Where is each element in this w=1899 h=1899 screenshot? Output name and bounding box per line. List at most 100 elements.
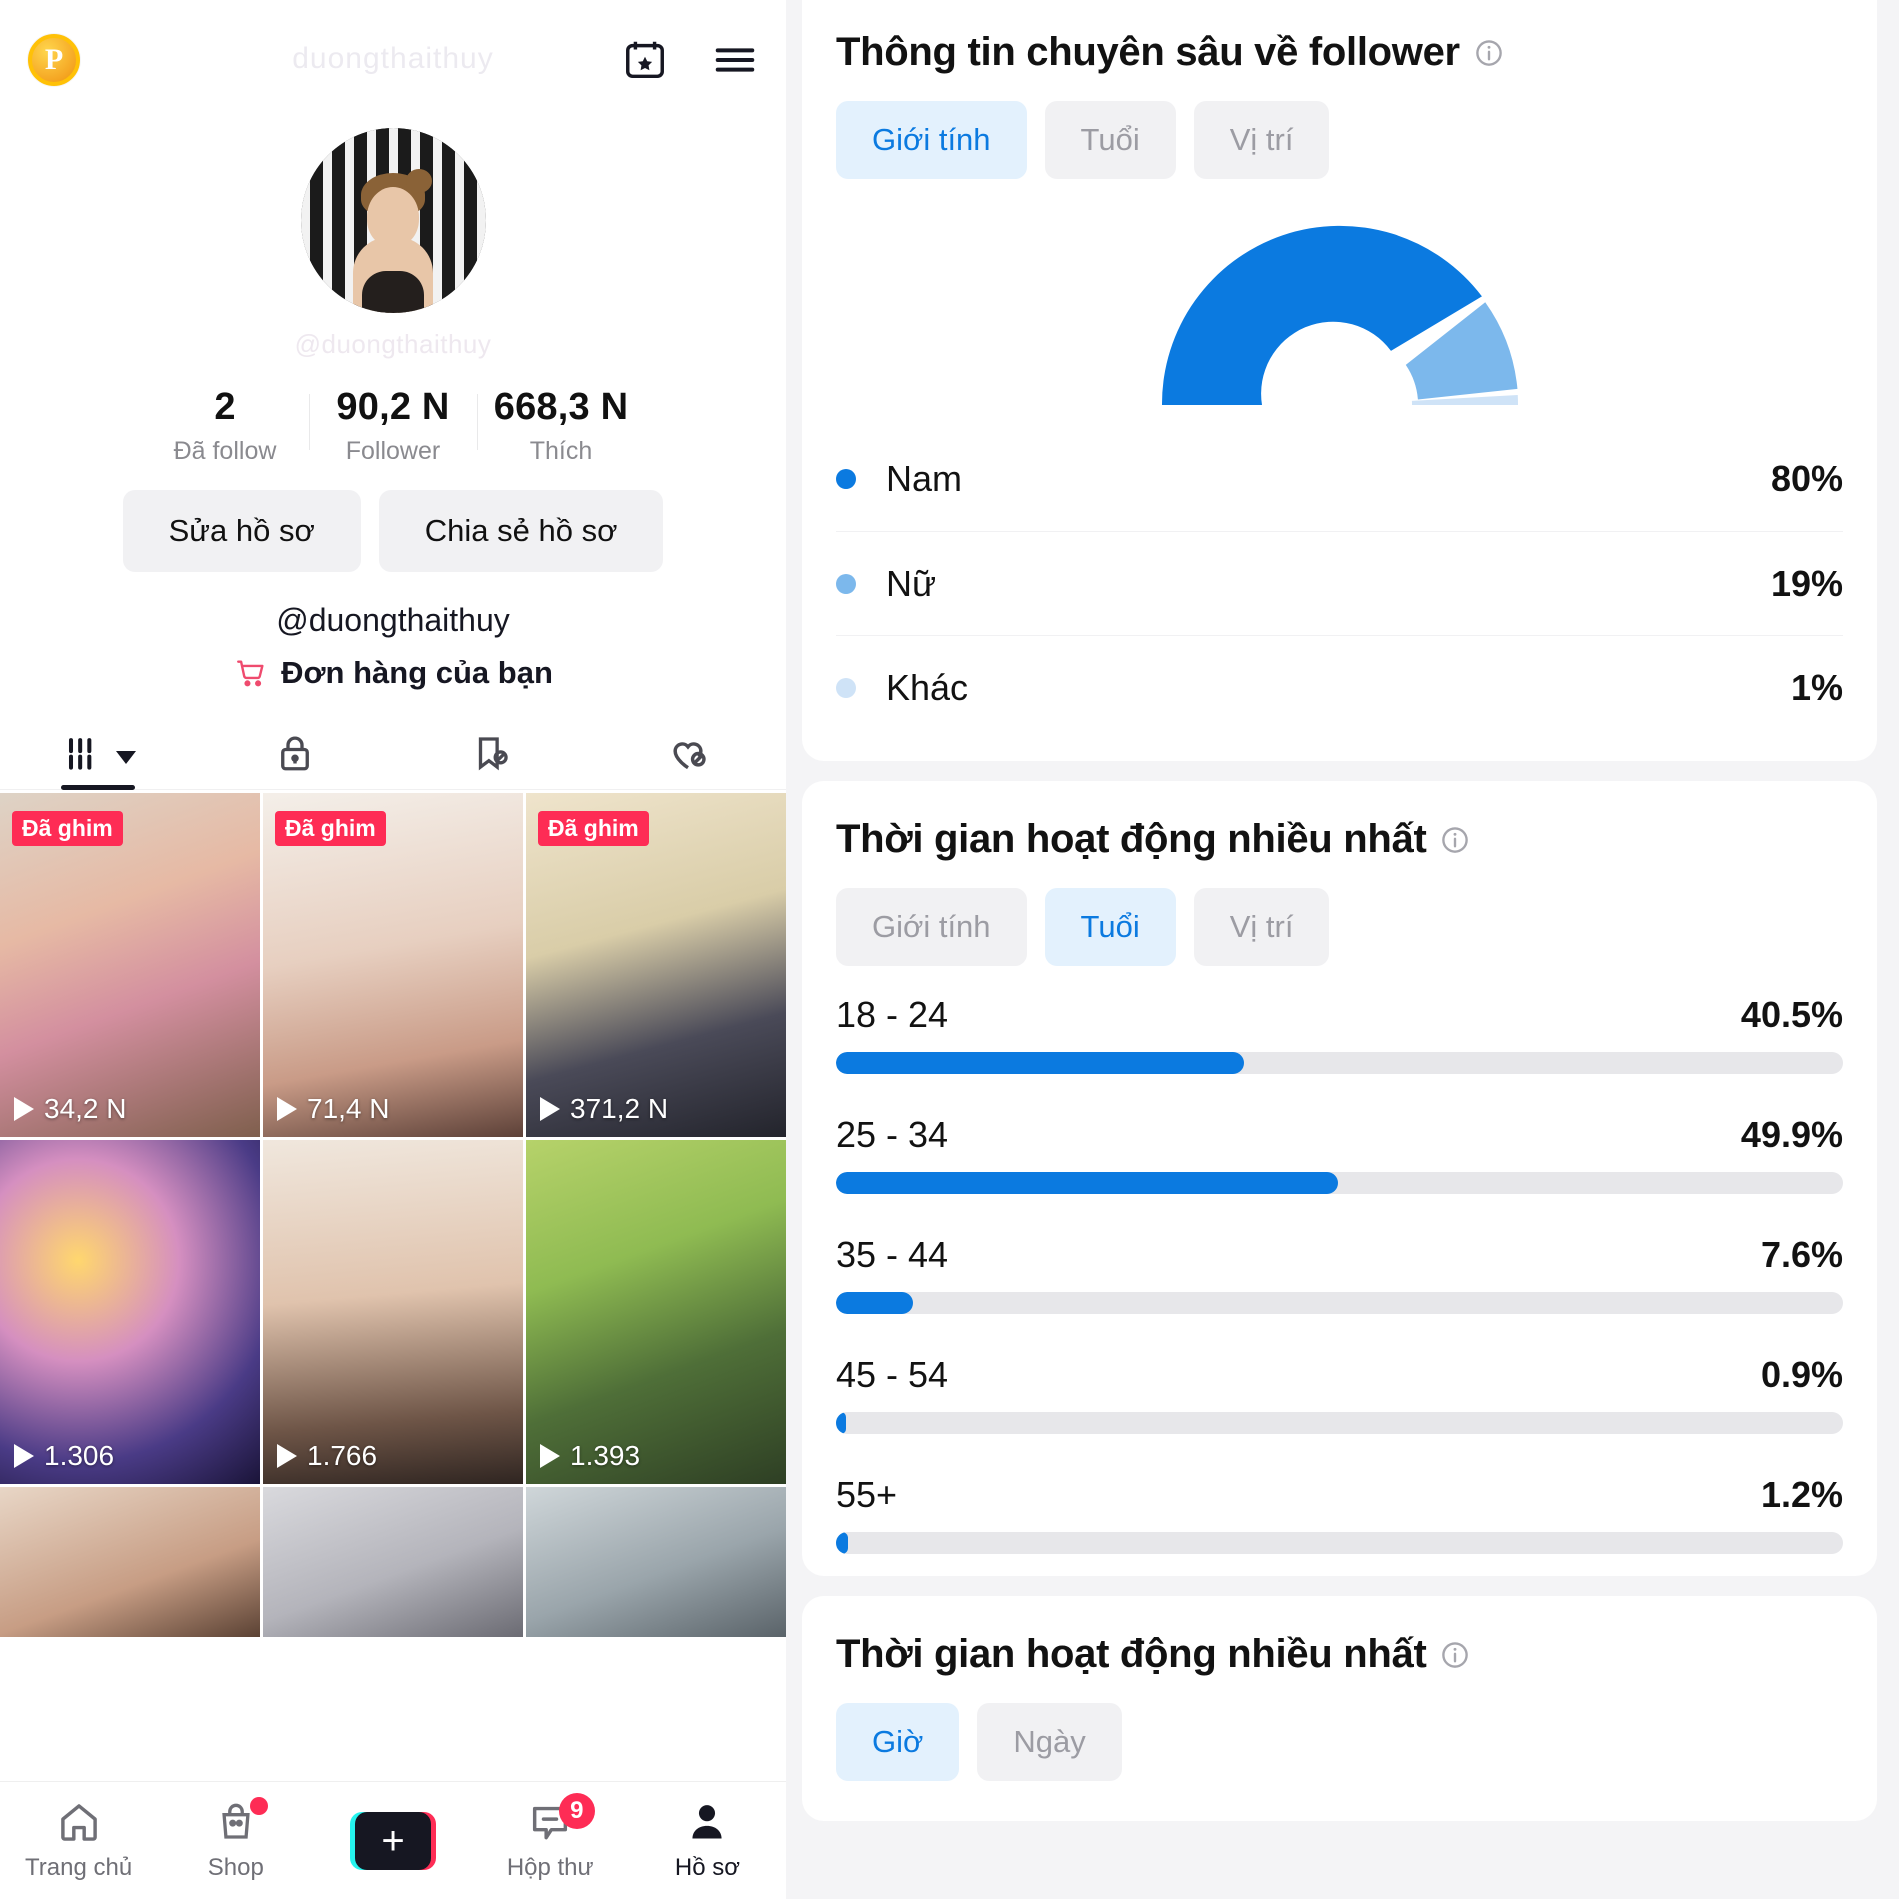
video-tile[interactable]: Đã ghim 71,4 N <box>263 793 523 1137</box>
info-circle-icon[interactable] <box>1474 38 1504 68</box>
play-icon <box>540 1097 560 1121</box>
age-bar-row: 35 - 44 7.6% <box>836 1234 1843 1314</box>
segment-location[interactable]: Vị trí <box>1193 888 1330 966</box>
bookmark-hidden-icon <box>479 737 508 771</box>
legend-row: Nam 80% <box>836 427 1843 531</box>
edit-profile-button[interactable]: Sửa hồ sơ <box>122 490 361 572</box>
legend-value: 80% <box>1770 458 1843 499</box>
nav-shop[interactable]: Shop <box>157 1797 314 1882</box>
nav-label: Hộp thư <box>506 1854 594 1881</box>
legend-value: 19% <box>1770 562 1843 604</box>
legend-row: Khác 1% <box>836 635 1843 739</box>
info-circle-icon[interactable] <box>1440 825 1470 855</box>
video-tile[interactable]: Đã ghim 34,2 N <box>0 793 260 1137</box>
nav-label: Trang chủ <box>25 1854 133 1881</box>
play-icon <box>277 1097 297 1121</box>
bar-fill <box>836 1172 1339 1194</box>
age-bar-chart: 18 - 24 40.5% 25 - 34 49.9% 35 - 44 7.6%… <box>836 994 1843 1554</box>
card-title: Thời gian hoạt động nhiều nhất <box>836 1632 1427 1676</box>
follower-insights-card: Thông tin chuyên sâu về follower Giới tí… <box>802 0 1877 761</box>
inbox-count-badge: 9 <box>558 1793 595 1829</box>
nav-create[interactable]: + <box>314 1811 471 1870</box>
segment-location[interactable]: Vị trí <box>1193 101 1330 179</box>
heart-hidden-icon <box>673 742 706 770</box>
video-tile[interactable] <box>263 1487 523 1637</box>
stat-label: Thích <box>529 437 593 465</box>
segment-age[interactable]: Tuổi <box>1044 888 1176 966</box>
nav-label: Hồ sơ <box>674 1854 740 1881</box>
segment-gender[interactable]: Giới tính <box>836 888 1027 966</box>
nav-inbox[interactable]: 9 Hộp thư <box>472 1793 629 1882</box>
create-plus-icon[interactable]: + <box>350 1811 436 1870</box>
play-icon <box>14 1097 34 1121</box>
view-count-value: 71,4 N <box>307 1093 390 1124</box>
segment-day[interactable]: Ngày <box>977 1703 1122 1781</box>
coin-reward-badge[interactable]: P <box>28 34 80 86</box>
stat-value: 2 <box>214 386 236 428</box>
tab-liked[interactable] <box>590 717 787 789</box>
tab-saved[interactable] <box>393 717 590 789</box>
your-orders-link[interactable]: Đơn hàng của bạn <box>0 655 786 691</box>
tab-posts[interactable] <box>0 717 197 789</box>
shopping-cart-icon <box>237 660 264 687</box>
follower-segment-tabs: Giới tính Tuổi Vị trí <box>836 101 1843 179</box>
info-circle-icon[interactable] <box>1440 1640 1470 1670</box>
segment-age[interactable]: Tuổi <box>1044 101 1176 179</box>
video-tile[interactable]: Đã ghim 371,2 N <box>526 793 786 1137</box>
view-count-value: 34,2 N <box>44 1093 127 1124</box>
legend-swatch-nam <box>836 469 856 489</box>
lock-private-icon <box>280 736 309 771</box>
card-title: Thời gian hoạt động nhiều nhất <box>836 817 1427 861</box>
hamburger-menu-icon[interactable] <box>712 37 758 83</box>
profile-pane: P duongthaithuy @duongthaithuy 2 Đã foll… <box>0 0 786 1899</box>
age-label: 55+ <box>836 1474 898 1515</box>
bottom-nav: Trang chủ Shop + 9 Hộp thư Hồ sơ <box>0 1781 786 1899</box>
age-value: 40.5% <box>1740 994 1843 1035</box>
stat-value: 668,3 N <box>493 386 629 428</box>
view-count: 1.306 <box>14 1440 114 1472</box>
bar-track <box>836 1412 1843 1434</box>
age-bar-row: 45 - 54 0.9% <box>836 1354 1843 1434</box>
stat-following[interactable]: 2 Đã follow <box>141 386 309 466</box>
view-count: 1.393 <box>540 1440 640 1472</box>
view-count-value: 1.393 <box>570 1440 641 1471</box>
view-count: 1.766 <box>277 1440 377 1472</box>
age-bar-row: 18 - 24 40.5% <box>836 994 1843 1074</box>
profile-stats: 2 Đã follow 90,2 N Follower 668,3 N Thíc… <box>0 386 786 466</box>
legend-swatch-nu <box>836 573 856 594</box>
video-tile[interactable]: 1.766 <box>263 1140 523 1484</box>
share-profile-button[interactable]: Chia sẻ hồ sơ <box>378 490 664 572</box>
nav-profile[interactable]: Hồ sơ <box>629 1799 786 1882</box>
segment-hour[interactable]: Giờ <box>836 1703 960 1781</box>
stat-followers[interactable]: 90,2 N Follower <box>309 386 477 466</box>
age-bar-row: 55+ 1.2% <box>836 1474 1843 1554</box>
bar-track <box>836 1292 1843 1314</box>
video-tile[interactable]: 1.393 <box>526 1140 786 1484</box>
age-value: 0.9% <box>1760 1354 1843 1395</box>
tab-private[interactable] <box>197 717 394 789</box>
bar-fill <box>836 1292 913 1314</box>
profile-ghost-handle: @duongthaithuy <box>294 329 492 359</box>
chevron-down-icon[interactable] <box>116 750 137 764</box>
video-tile[interactable] <box>0 1487 260 1637</box>
avatar[interactable] <box>300 128 486 313</box>
pinned-badge: Đã ghim <box>275 811 386 846</box>
age-value: 49.9% <box>1740 1114 1843 1155</box>
grid-posts-icon <box>69 738 92 770</box>
video-tile[interactable]: 1.306 <box>0 1140 260 1484</box>
view-count: 71,4 N <box>277 1093 390 1125</box>
app-screen: P duongthaithuy @duongthaithuy 2 Đã foll… <box>0 0 1899 1899</box>
stat-likes[interactable]: 668,3 N Thích <box>477 386 645 466</box>
profile-actions: Sửa hồ sơ Chia sẻ hồ sơ <box>0 490 786 572</box>
legend-row: Nữ 19% <box>836 531 1843 635</box>
segment-gender[interactable]: Giới tính <box>836 101 1027 179</box>
profile-handle: @duongthaithuy <box>276 602 510 638</box>
video-tile[interactable] <box>526 1487 786 1637</box>
calendar-star-icon[interactable] <box>622 37 668 83</box>
view-count: 34,2 N <box>14 1093 127 1125</box>
time-segment-tabs: Giờ Ngày <box>836 1703 1843 1781</box>
nav-label: Shop <box>207 1854 264 1881</box>
card-header: Thông tin chuyên sâu về follower <box>836 30 1843 75</box>
legend-label: Nam <box>886 458 963 499</box>
nav-home[interactable]: Trang chủ <box>0 1799 157 1882</box>
